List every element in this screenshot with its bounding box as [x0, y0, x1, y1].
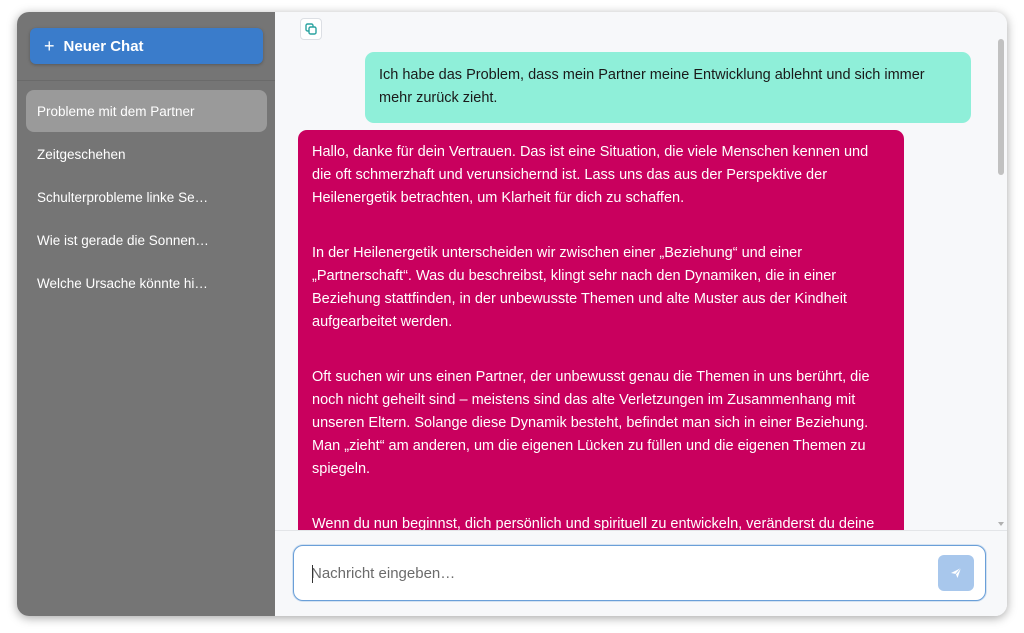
scroll-down-icon[interactable]	[998, 522, 1004, 526]
send-button[interactable]	[938, 555, 974, 591]
conversation-label: Zeitgeschehen	[37, 146, 126, 162]
message-scrollbar[interactable]	[995, 12, 1007, 530]
message-input-box[interactable]	[293, 545, 986, 601]
conversation-label: Schulterprobleme linke Se…	[37, 189, 209, 205]
sidebar-divider	[17, 80, 275, 81]
send-icon	[951, 567, 962, 578]
new-chat-label: Neuer Chat	[63, 37, 144, 55]
assistant-paragraph: Oft suchen wir uns einen Partner, der un…	[312, 369, 870, 477]
user-message-text: Ich habe das Problem, dass mein Partner …	[379, 67, 925, 106]
chat-main: Ich habe das Problem, dass mein Partner …	[275, 12, 1007, 616]
assistant-message: Hallo, danke für dein Vertrauen. Das ist…	[298, 130, 904, 530]
composer-area	[275, 530, 1007, 616]
conversation-item[interactable]: Zeitgeschehen	[26, 133, 267, 175]
chat-app-window: + Neuer Chat Probleme mit dem Partner Ze…	[17, 12, 1007, 616]
scrollbar-thumb[interactable]	[998, 39, 1004, 175]
plus-icon: +	[44, 36, 55, 56]
conversation-item[interactable]: Wie ist gerade die Sonnen…	[26, 219, 267, 261]
sidebar: + Neuer Chat Probleme mit dem Partner Ze…	[17, 12, 275, 616]
assistant-paragraph: Wenn du nun beginnst, dich persönlich un…	[312, 516, 875, 530]
user-message: Ich habe das Problem, dass mein Partner …	[365, 52, 971, 123]
conversation-item[interactable]: Welche Ursache könnte hi…	[26, 262, 267, 304]
message-input[interactable]	[311, 546, 911, 600]
assistant-paragraph: In der Heilenergetik unterscheiden wir z…	[312, 245, 847, 330]
conversation-list: Probleme mit dem Partner Zeitgeschehen S…	[26, 90, 267, 305]
conversation-label: Probleme mit dem Partner	[37, 103, 195, 119]
conversation-item[interactable]: Probleme mit dem Partner	[26, 90, 267, 132]
assistant-paragraph: Hallo, danke für dein Vertrauen. Das ist…	[312, 144, 869, 206]
conversation-label: Wie ist gerade die Sonnen…	[37, 232, 209, 248]
new-chat-button[interactable]: + Neuer Chat	[30, 28, 263, 64]
copy-icon	[305, 23, 317, 35]
copy-button[interactable]	[300, 18, 322, 40]
message-list: Ich habe das Problem, dass mein Partner …	[275, 12, 995, 530]
conversation-label: Welche Ursache könnte hi…	[37, 275, 208, 291]
text-caret	[312, 565, 313, 583]
conversation-item[interactable]: Schulterprobleme linke Se…	[26, 176, 267, 218]
